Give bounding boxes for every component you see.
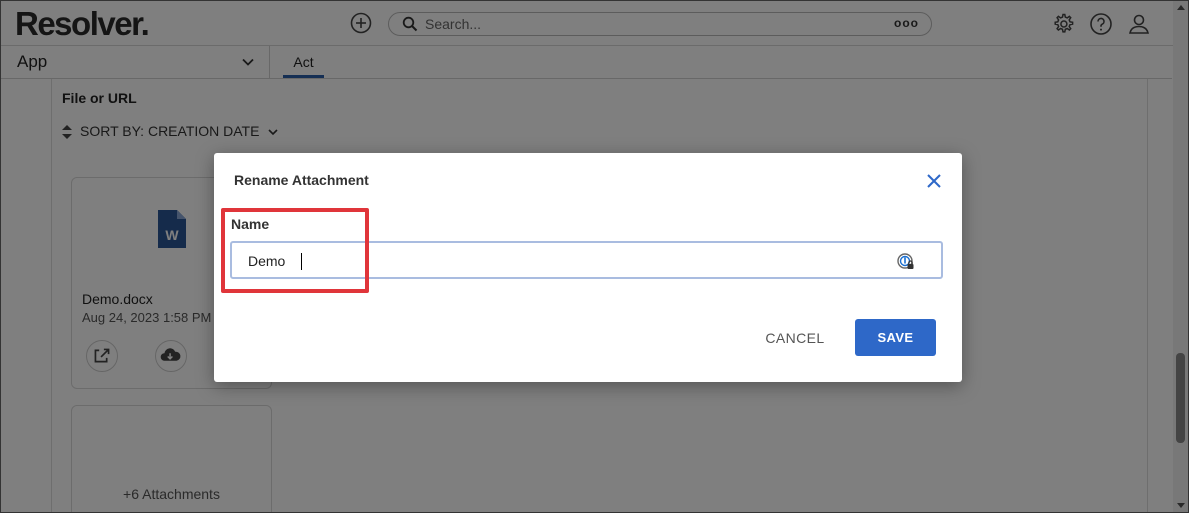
cancel-button[interactable]: CANCEL xyxy=(755,319,835,356)
dialog-title: Rename Attachment xyxy=(234,172,369,188)
close-icon[interactable] xyxy=(923,170,945,192)
save-button[interactable]: SAVE xyxy=(855,319,936,356)
app-window: Resolver. ooo xyxy=(0,0,1189,513)
password-manager-icon[interactable] xyxy=(897,253,915,271)
annotation-highlight-box xyxy=(221,208,369,293)
